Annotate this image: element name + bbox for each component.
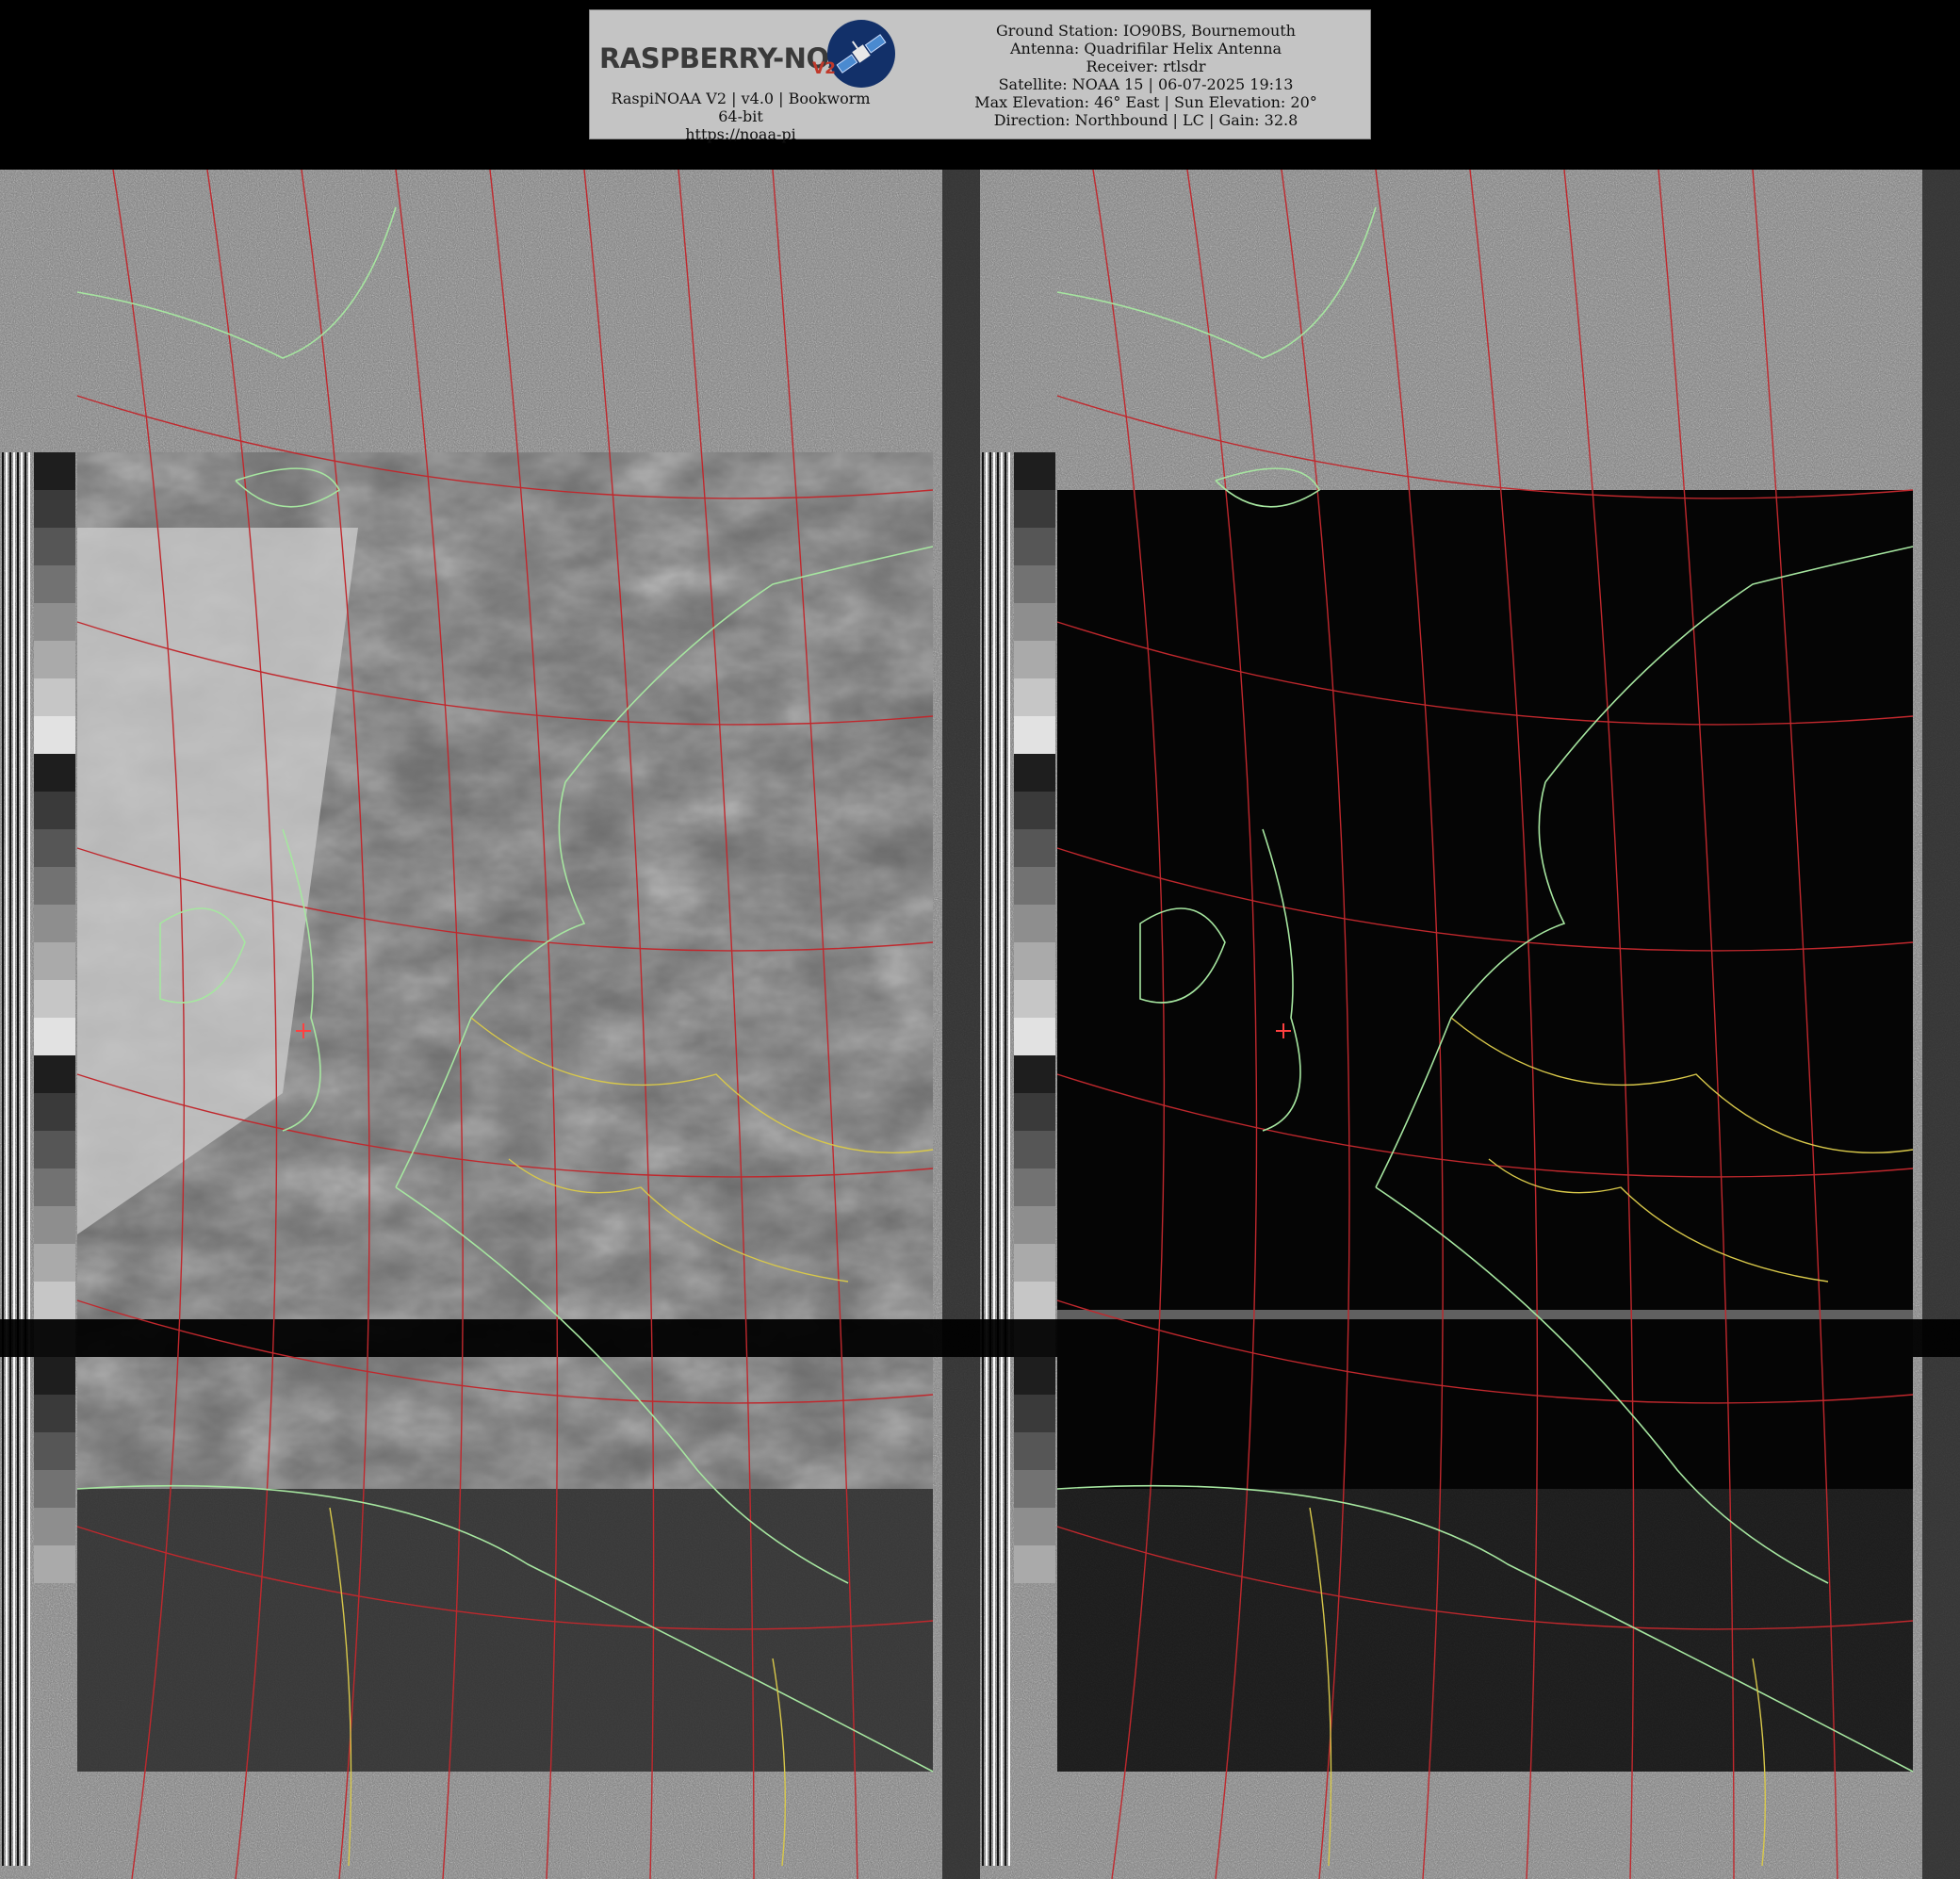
direction-line: Direction: Northbound | LC | Gain: 32.8 — [993, 111, 1298, 129]
website-line: https://noaa-pi — [685, 125, 796, 143]
pass-info: Ground Station: IO90BS, Bournemouth Ante… — [929, 22, 1363, 129]
antenna-line: Antenna: Quadrifilar Helix Antenna — [1009, 40, 1282, 57]
raspberry-noaa-logo: RASPBERRY-NOAA V2 — [594, 16, 895, 91]
elevation-line: Max Elevation: 46° East | Sun Elevation:… — [974, 93, 1317, 111]
satellite-image-infrared — [980, 170, 1960, 1879]
software-version-line: RaspiNOAA V2 | v4.0 | Bookworm 64-bit — [611, 90, 871, 125]
logo-version: V2 — [812, 59, 836, 78]
info-panel: RASPBERRY-NOAA V2 RaspiNOAA V2 | v4.0 | … — [589, 9, 1371, 143]
satellite-logo-icon — [827, 20, 895, 88]
ground-station-line: Ground Station: IO90BS, Bournemouth — [996, 22, 1296, 40]
software-info: RaspiNOAA V2 | v4.0 | Bookworm 64-bit ht… — [590, 90, 891, 143]
receiver-line: Receiver: rtlsdr — [1086, 57, 1206, 75]
satellite-line: Satellite: NOAA 15 | 06-07-2025 19:13 — [998, 75, 1294, 93]
satellite-image-visible — [0, 170, 980, 1879]
